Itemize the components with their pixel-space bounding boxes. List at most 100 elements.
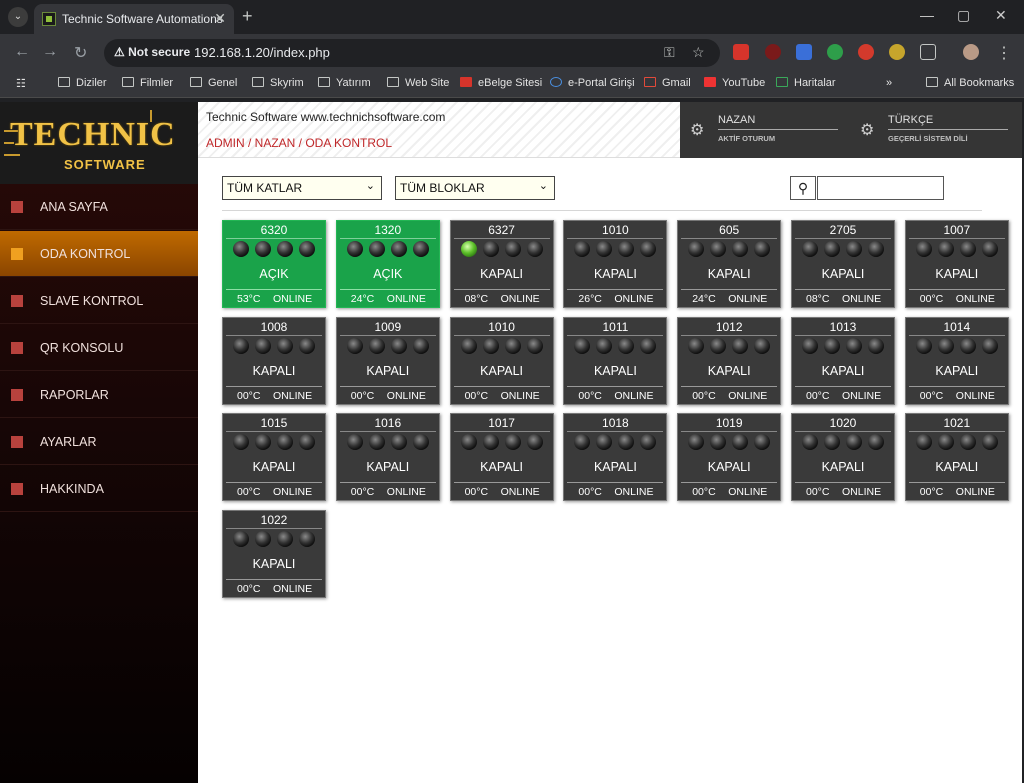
indicator-lamp-icon[interactable] — [640, 434, 657, 450]
search-button[interactable]: ⚲ — [790, 176, 816, 200]
password-key-icon[interactable]: ⚿ — [664, 44, 675, 61]
room-card[interactable]: 1015 KAPALI 00°C ONLINE — [222, 413, 326, 501]
indicator-lamp-icon[interactable] — [255, 434, 271, 450]
floor-select[interactable]: TÜM KATLAR ⌄ — [222, 176, 382, 200]
extension-icon-6[interactable] — [889, 44, 905, 60]
bookmark-yatirim[interactable]: Yatırım — [318, 77, 371, 89]
indicator-lamp-icon[interactable] — [868, 434, 884, 450]
room-card[interactable]: 2705 KAPALI 08°C ONLINE — [791, 220, 895, 308]
indicator-lamp-icon[interactable] — [732, 434, 749, 450]
profile-avatar[interactable] — [963, 44, 979, 60]
sidebar-item-qr-konsolu[interactable]: QR KONSOLU — [0, 325, 198, 371]
extensions-puzzle-icon[interactable] — [920, 44, 936, 60]
ublock-icon[interactable] — [765, 44, 781, 60]
indicator-lamp-icon[interactable] — [277, 530, 293, 547]
room-card[interactable]: 1014 KAPALI 00°C ONLINE — [904, 316, 1009, 405]
indicator-lamp-icon[interactable] — [412, 241, 429, 257]
indicator-lamp-icon[interactable] — [574, 241, 591, 257]
indicator-lamp-icon[interactable] — [299, 337, 315, 354]
tab-search-chevron-icon[interactable]: ⌄ — [8, 7, 28, 27]
indicator-lamp-icon[interactable] — [596, 434, 613, 450]
indicator-lamp-icon[interactable] — [981, 337, 998, 354]
indicator-lamp-icon[interactable] — [390, 434, 407, 450]
room-card[interactable]: 6320 AÇIK 53°C ONLINE — [222, 220, 326, 308]
back-arrow-icon[interactable]: ← — [14, 43, 30, 61]
maximize-icon[interactable]: ▢ — [957, 7, 970, 24]
indicator-lamp-icon[interactable] — [299, 241, 315, 257]
room-card[interactable]: 1013 KAPALI 00°C ONLINE — [791, 316, 895, 405]
extension-icon-1[interactable] — [733, 44, 749, 60]
indicator-lamp-icon[interactable] — [460, 241, 477, 257]
indicator-lamp-icon[interactable] — [959, 241, 976, 257]
apps-grid-icon[interactable]: ☷ — [16, 77, 26, 90]
room-card[interactable]: 1022 KAPALI 00°C ONLINE — [222, 509, 326, 598]
bookmark-filmler[interactable]: Filmler — [122, 77, 173, 89]
indicator-lamp-icon[interactable] — [846, 241, 862, 257]
block-select[interactable]: TÜM BLOKLAR ⌄ — [395, 176, 555, 200]
room-card[interactable]: 1320 AÇIK 24°C ONLINE — [335, 220, 440, 308]
indicator-lamp-icon[interactable] — [824, 337, 840, 354]
indicator-lamp-icon[interactable] — [846, 434, 862, 450]
new-tab-plus-icon[interactable]: + — [242, 6, 253, 27]
translate-icon[interactable] — [796, 44, 812, 60]
indicator-lamp-icon[interactable] — [981, 434, 998, 450]
room-card[interactable]: 1007 KAPALI 00°C ONLINE — [904, 220, 1009, 308]
indicator-lamp-icon[interactable] — [482, 434, 499, 450]
all-bookmarks[interactable]: All Bookmarks — [926, 77, 1014, 89]
indicator-lamp-icon[interactable] — [754, 337, 771, 354]
indicator-lamp-icon[interactable] — [460, 337, 477, 354]
indicator-lamp-icon[interactable] — [233, 337, 249, 354]
url-text[interactable]: 192.168.1.20/index.php — [194, 45, 330, 60]
indicator-lamp-icon[interactable] — [754, 434, 771, 450]
indicator-lamp-icon[interactable] — [255, 241, 271, 257]
indicator-lamp-icon[interactable] — [390, 337, 407, 354]
indicator-lamp-icon[interactable] — [959, 337, 976, 354]
indicator-lamp-icon[interactable] — [390, 241, 407, 257]
indicator-lamp-icon[interactable] — [732, 241, 749, 257]
indicator-lamp-icon[interactable] — [802, 241, 818, 257]
room-card[interactable]: 605 KAPALI 24°C ONLINE — [677, 220, 782, 308]
room-card[interactable]: 1018 KAPALI 00°C ONLINE — [563, 413, 668, 501]
bookmark-haritalar[interactable]: Haritalar — [776, 77, 836, 89]
indicator-lamp-icon[interactable] — [802, 434, 818, 450]
indicator-lamp-icon[interactable] — [710, 434, 727, 450]
indicator-lamp-icon[interactable] — [277, 434, 293, 450]
indicator-lamp-icon[interactable] — [640, 337, 657, 354]
browser-tab-active[interactable]: Technic Software Automations ✕ — [34, 4, 234, 34]
indicator-lamp-icon[interactable] — [299, 434, 315, 450]
bookmark-eportal[interactable]: e-Portal Girişi — [550, 77, 635, 89]
indicator-lamp-icon[interactable] — [618, 337, 635, 354]
indicator-lamp-icon[interactable] — [824, 434, 840, 450]
reload-icon[interactable]: ↻ — [74, 43, 87, 63]
indicator-lamp-icon[interactable] — [368, 434, 385, 450]
indicator-lamp-icon[interactable] — [368, 241, 385, 257]
room-card[interactable]: 1009 KAPALI 00°C ONLINE — [335, 316, 440, 405]
bookmark-star-icon[interactable]: ☆ — [692, 44, 705, 61]
indicator-lamp-icon[interactable] — [596, 337, 613, 354]
indicator-lamp-icon[interactable] — [688, 241, 705, 257]
indicator-lamp-icon[interactable] — [233, 241, 249, 257]
indicator-lamp-icon[interactable] — [346, 241, 363, 257]
indicator-lamp-icon[interactable] — [915, 434, 932, 450]
indicator-lamp-icon[interactable] — [233, 434, 249, 450]
indicator-lamp-icon[interactable] — [504, 434, 521, 450]
indicator-lamp-icon[interactable] — [526, 337, 543, 354]
room-card[interactable]: 1019 KAPALI 00°C ONLINE — [677, 413, 782, 501]
room-card[interactable]: 1012 KAPALI 00°C ONLINE — [677, 316, 782, 405]
room-card[interactable]: 1008 KAPALI 00°C ONLINE — [222, 316, 326, 405]
indicator-lamp-icon[interactable] — [277, 241, 293, 257]
shield-icon[interactable] — [827, 44, 843, 60]
indicator-lamp-icon[interactable] — [959, 434, 976, 450]
indicator-lamp-icon[interactable] — [596, 241, 613, 257]
indicator-lamp-icon[interactable] — [981, 241, 998, 257]
indicator-lamp-icon[interactable] — [640, 241, 657, 257]
forward-arrow-icon[interactable]: → — [42, 43, 58, 61]
window-close-icon[interactable]: ✕ — [995, 7, 1007, 24]
indicator-lamp-icon[interactable] — [574, 337, 591, 354]
indicator-lamp-icon[interactable] — [346, 337, 363, 354]
minimize-icon[interactable]: — — [920, 7, 934, 23]
indicator-lamp-icon[interactable] — [504, 241, 521, 257]
indicator-lamp-icon[interactable] — [299, 530, 315, 547]
indicator-lamp-icon[interactable] — [688, 434, 705, 450]
room-card[interactable]: 1011 KAPALI 00°C ONLINE — [563, 316, 668, 405]
